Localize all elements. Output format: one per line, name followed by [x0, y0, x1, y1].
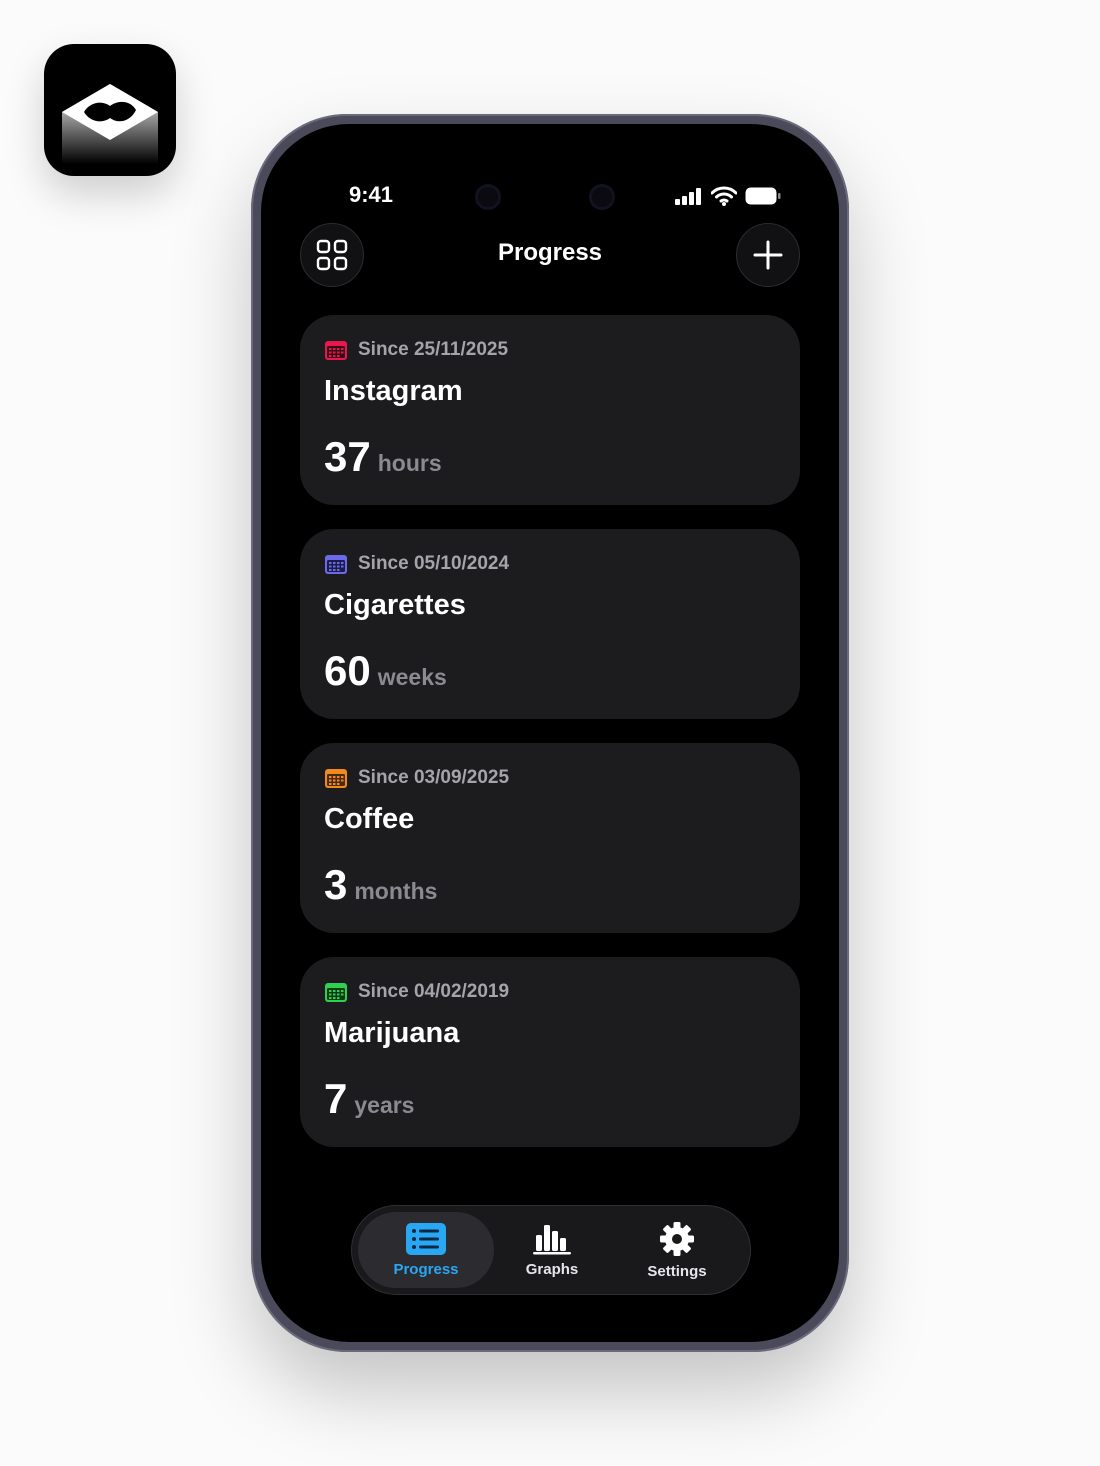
card-unit: years: [354, 1092, 415, 1118]
list-icon: [406, 1222, 446, 1255]
status-time: 9:41: [349, 182, 394, 207]
calendar-icon: [325, 983, 347, 1002]
card-value: 37: [324, 433, 371, 480]
plus-icon: [753, 240, 783, 270]
card-since-text: Since 03/09/2025: [358, 767, 510, 788]
add-button[interactable]: [736, 223, 800, 287]
card-since-text: Since 25/11/2025: [358, 339, 509, 360]
tab-label: Graphs: [525, 1260, 579, 1278]
habit-card-cigarettes[interactable]: Since 05/10/2024 Cigarettes 60 weeks: [300, 529, 800, 719]
battery-icon: [745, 187, 781, 205]
tab-settings[interactable]: Settings: [614, 1212, 740, 1288]
card-value-row: 37 hours: [324, 433, 442, 481]
tab-label: Settings: [647, 1262, 707, 1280]
camera-lens: [475, 184, 501, 210]
card-value-row: 60 weeks: [324, 647, 447, 695]
tab-progress[interactable]: Progress: [363, 1212, 489, 1288]
card-since-row: Since 05/10/2024: [324, 553, 509, 575]
card-value-row: 3 months: [324, 861, 437, 909]
card-unit: hours: [377, 450, 442, 476]
wifi-icon: [711, 186, 737, 206]
habit-card-coffee[interactable]: Since 03/09/2025 Coffee 3 months: [300, 743, 800, 933]
card-unit: months: [354, 878, 438, 904]
card-since-row: Since 03/09/2025: [324, 767, 509, 789]
card-value: 3: [324, 861, 348, 908]
card-since-row: Since 25/11/2025: [324, 339, 508, 361]
card-value-row: 7 years: [324, 1075, 414, 1123]
logo-icon: [62, 84, 158, 164]
card-title: Cigarettes: [324, 589, 466, 621]
habit-card-instagram[interactable]: Since 25/11/2025 Instagram 37 hours: [300, 315, 800, 505]
tab-graphs[interactable]: Graphs: [489, 1212, 615, 1288]
card-value: 7: [324, 1075, 348, 1122]
bar-chart-icon: [533, 1224, 571, 1254]
habit-card-marijuana[interactable]: Since 04/02/2019 Marijuana 7 years: [300, 957, 800, 1147]
card-title: Coffee: [324, 803, 415, 835]
card-title: Marijuana: [324, 1017, 460, 1049]
gear-icon: [660, 1221, 694, 1256]
card-since-text: Since 04/02/2019: [358, 981, 510, 1002]
app-logo: [44, 44, 176, 176]
card-value: 60: [324, 647, 371, 694]
card-since-row: Since 04/02/2019: [324, 981, 509, 1003]
tab-bar: Progress Graphs Settings: [351, 1205, 751, 1295]
card-since-text: Since 05/10/2024: [358, 553, 510, 574]
signal-icon: [675, 188, 701, 205]
calendar-icon: [325, 769, 347, 788]
card-title: Instagram: [324, 375, 463, 407]
status-icons: [675, 186, 781, 206]
phone-screen: 9:41 Progress Since 25/11/2025 Instagram…: [261, 124, 839, 1342]
card-unit: weeks: [377, 664, 447, 690]
phone-frame: 9:41 Progress Since 25/11/2025 Instagram…: [251, 114, 849, 1352]
calendar-icon: [325, 555, 347, 574]
tab-label: Progress: [393, 1260, 459, 1278]
sensor-dot: [589, 184, 615, 210]
calendar-icon: [325, 341, 347, 360]
